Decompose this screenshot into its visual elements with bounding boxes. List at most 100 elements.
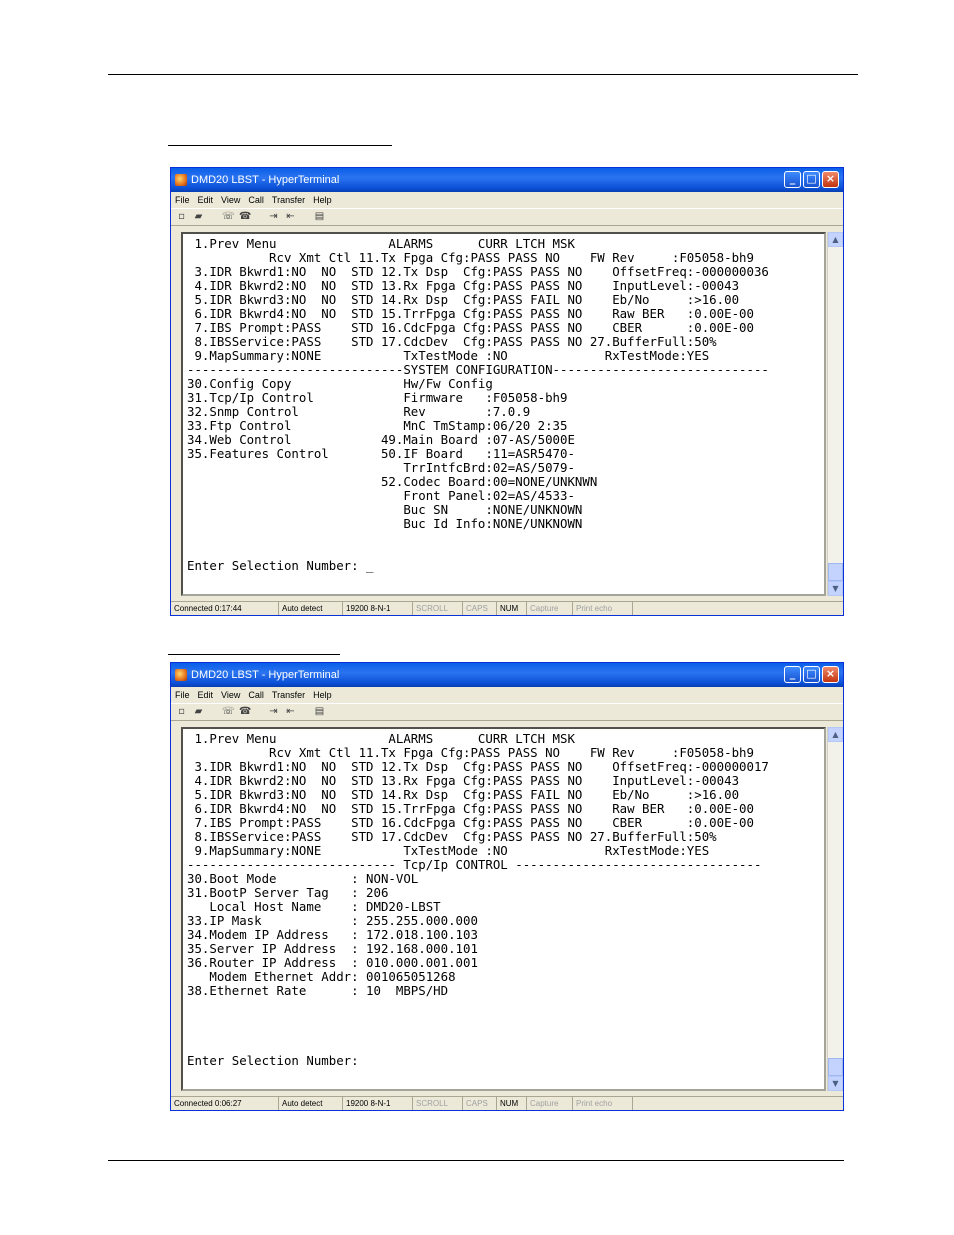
- terminal-line: Front Panel:02=AS/4533-: [187, 488, 575, 503]
- terminal-line: 4.IDR Bkwrd2:NO NO STD 13.Rx Fpga Cfg:PA…: [187, 278, 740, 293]
- page-footer-rule: [108, 1160, 844, 1161]
- close-button[interactable]: ×: [822, 171, 839, 188]
- terminal-line: 6.IDR Bkwrd4:NO NO STD 15.TrrFpga Cfg:PA…: [187, 801, 754, 816]
- disconnect-icon[interactable]: ☏: [222, 212, 235, 222]
- terminal-line: 31.Tcp/Ip Control Firmware :F05058-bh9: [187, 390, 568, 405]
- open-icon[interactable]: ▰: [193, 707, 204, 717]
- terminal-line: Enter Selection Number: _: [187, 558, 374, 573]
- terminal-text: 1.Prev Menu ALARMS CURR LTCH MSK Rcv Xmt…: [187, 237, 769, 573]
- menu-file[interactable]: File: [175, 195, 190, 205]
- figure-caption-rule-1: [168, 145, 392, 146]
- minimize-button[interactable]: _: [784, 666, 801, 683]
- menu-call[interactable]: Call: [248, 195, 264, 205]
- status-bar: Connected 0:06:27 Auto detect 19200 8-N-…: [171, 1096, 843, 1110]
- scroll-down-icon[interactable]: ▼: [828, 581, 843, 596]
- maximize-button[interactable]: □: [803, 666, 820, 683]
- hyperterminal-window-tcpip-control: DMD20 LBST - HyperTerminal _ □ × File Ed…: [170, 662, 844, 1111]
- menu-file[interactable]: File: [175, 690, 190, 700]
- terminal-line: Buc SN :NONE/UNKNOWN: [187, 502, 583, 517]
- terminal-line: 33.IP Mask : 255.255.000.000: [187, 913, 478, 928]
- terminal-line: Buc Id Info:NONE/UNKNOWN: [187, 516, 583, 531]
- status-print-echo: Print echo: [573, 602, 633, 615]
- hyperterminal-window-system-config: DMD20 LBST - HyperTerminal _ □ × File Ed…: [170, 167, 844, 616]
- terminal-line: 36.Router IP Address : 010.000.001.001: [187, 955, 478, 970]
- dial-icon[interactable]: ☎: [239, 212, 251, 222]
- status-connected: Connected 0:06:27: [171, 1097, 279, 1110]
- window-title: DMD20 LBST - HyperTerminal: [191, 174, 340, 186]
- menu-transfer[interactable]: Transfer: [272, 690, 305, 700]
- status-capture: Capture: [527, 602, 573, 615]
- terminal-text: 1.Prev Menu ALARMS CURR LTCH MSK Rcv Xmt…: [187, 732, 769, 1068]
- menu-help[interactable]: Help: [313, 690, 332, 700]
- terminal-line: 9.MapSummary:NONE TxTestMode :NO RxTestM…: [187, 843, 710, 858]
- dial-icon[interactable]: ☎: [239, 707, 251, 717]
- menu-view[interactable]: View: [221, 690, 240, 700]
- menu-edit[interactable]: Edit: [198, 690, 214, 700]
- open-icon[interactable]: ▰: [193, 212, 204, 222]
- terminal-line: ---------------------------- Tcp/Ip CONT…: [187, 857, 762, 872]
- maximize-button[interactable]: □: [803, 171, 820, 188]
- terminal-line: 34.Modem IP Address : 172.018.100.103: [187, 927, 478, 942]
- title-bar[interactable]: DMD20 LBST - HyperTerminal _ □ ×: [171, 168, 843, 192]
- properties-icon[interactable]: ▤: [314, 707, 325, 717]
- status-scroll: SCROLL: [413, 1097, 463, 1110]
- terminal-line: -----------------------------SYSTEM CONF…: [187, 362, 769, 377]
- menu-edit[interactable]: Edit: [198, 195, 214, 205]
- status-bar: Connected 0:17:44 Auto detect 19200 8-N-…: [171, 601, 843, 615]
- menu-help[interactable]: Help: [313, 195, 332, 205]
- title-bar[interactable]: DMD20 LBST - HyperTerminal _ □ ×: [171, 663, 843, 687]
- send-icon[interactable]: ⇥: [268, 707, 279, 717]
- receive-icon[interactable]: ⇤: [285, 707, 296, 717]
- terminal-line: Enter Selection Number:: [187, 1053, 359, 1068]
- status-detect: Auto detect: [279, 1097, 343, 1110]
- terminal-line: Modem Ethernet Addr: 001065051268: [187, 969, 456, 984]
- status-detect: Auto detect: [279, 602, 343, 615]
- terminal-line: 34.Web Control 49.Main Board :07-AS/5000…: [187, 432, 575, 447]
- terminal-line: 5.IDR Bkwrd3:NO NO STD 14.Rx Dsp Cfg:PAS…: [187, 292, 740, 307]
- terminal-line: 6.IDR Bkwrd4:NO NO STD 15.TrrFpga Cfg:PA…: [187, 306, 754, 321]
- terminal-line: 35.Features Control 50.IF Board :11=ASR5…: [187, 446, 575, 461]
- status-print-echo: Print echo: [573, 1097, 633, 1110]
- status-num: NUM: [497, 1097, 527, 1110]
- close-button[interactable]: ×: [822, 666, 839, 683]
- terminal-line: 1.Prev Menu ALARMS CURR LTCH MSK: [187, 236, 575, 251]
- status-num: NUM: [497, 602, 527, 615]
- properties-icon[interactable]: ▤: [314, 212, 325, 222]
- send-icon[interactable]: ⇥: [268, 212, 279, 222]
- menu-transfer[interactable]: Transfer: [272, 195, 305, 205]
- disconnect-icon[interactable]: ☏: [222, 707, 235, 717]
- terminal-line: 38.Ethernet Rate : 10 MBPS/HD: [187, 983, 449, 998]
- scroll-thumb[interactable]: [828, 1058, 843, 1076]
- toolbar: ▫ ▰ ☏ ☎ ⇥ ⇤ ▤: [171, 703, 843, 721]
- figure-caption-rule-2: [168, 654, 340, 655]
- hyperterminal-app-icon: [175, 669, 187, 681]
- terminal-screen[interactable]: 1.Prev Menu ALARMS CURR LTCH MSK Rcv Xmt…: [181, 232, 826, 596]
- terminal-line: 7.IBS Prompt:PASS STD 16.CdcFpga Cfg:PAS…: [187, 815, 754, 830]
- terminal-line: 30.Boot Mode : NON-VOL: [187, 871, 419, 886]
- terminal-screen[interactable]: 1.Prev Menu ALARMS CURR LTCH MSK Rcv Xmt…: [181, 727, 826, 1091]
- new-icon[interactable]: ▫: [176, 212, 187, 222]
- scroll-down-icon[interactable]: ▼: [828, 1076, 843, 1091]
- status-caps: CAPS: [463, 602, 497, 615]
- menu-bar: File Edit View Call Transfer Help: [171, 687, 843, 703]
- terminal-line: 30.Config Copy Hw/Fw Config: [187, 376, 493, 391]
- menu-view[interactable]: View: [221, 195, 240, 205]
- vertical-scrollbar[interactable]: ▲ ▼: [827, 727, 843, 1091]
- scroll-up-icon[interactable]: ▲: [828, 232, 843, 247]
- terminal-line: 8.IBSService:PASS STD 17.CdcDev Cfg:PASS…: [187, 829, 717, 844]
- scroll-thumb[interactable]: [828, 563, 843, 581]
- vertical-scrollbar[interactable]: ▲ ▼: [827, 232, 843, 596]
- receive-icon[interactable]: ⇤: [285, 212, 296, 222]
- scroll-up-icon[interactable]: ▲: [828, 727, 843, 742]
- terminal-line: 3.IDR Bkwrd1:NO NO STD 12.Tx Dsp Cfg:PAS…: [187, 759, 769, 774]
- minimize-button[interactable]: _: [784, 171, 801, 188]
- status-capture: Capture: [527, 1097, 573, 1110]
- menu-call[interactable]: Call: [248, 690, 264, 700]
- new-icon[interactable]: ▫: [176, 707, 187, 717]
- terminal-line: 3.IDR Bkwrd1:NO NO STD 12.Tx Dsp Cfg:PAS…: [187, 264, 769, 279]
